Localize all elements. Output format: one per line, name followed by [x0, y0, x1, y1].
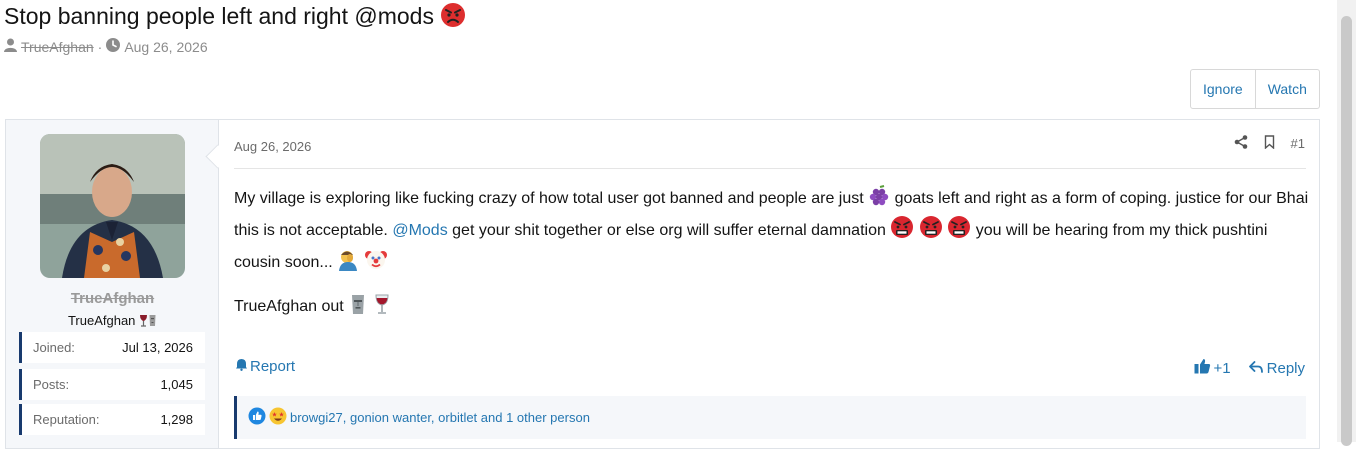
moai-icon: [148, 313, 157, 328]
thread-author-link[interactable]: TrueAfghan: [21, 39, 94, 55]
page-scrollbar[interactable]: [1337, 0, 1356, 446]
cursing-face-emoji: [890, 215, 914, 247]
stat-joined: Joined: Jul 13, 2026: [19, 332, 205, 363]
stat-reputation: Reputation: 1,298: [19, 404, 205, 435]
post-date-link[interactable]: Aug 26, 2026: [234, 139, 311, 154]
reply-arrow-icon: [1248, 360, 1263, 377]
post-body: My village is exploring like fucking cra…: [234, 185, 1309, 323]
user-icon: [4, 38, 17, 55]
star-struck-reaction-icon: [269, 407, 287, 428]
post-message: TrueAfghan TrueAfghan Joined: Jul 13, 202…: [5, 119, 1320, 449]
bookmark-icon[interactable]: [1264, 135, 1275, 152]
ignore-button[interactable]: Ignore: [1191, 70, 1255, 108]
cursing-face-emoji: [919, 215, 943, 247]
stat-posts: Posts: 1,045: [19, 369, 205, 400]
share-icon[interactable]: [1234, 135, 1248, 152]
reply-label: Reply: [1266, 359, 1305, 377]
stat-value: 1,298: [160, 412, 193, 427]
user-avatar[interactable]: [40, 134, 185, 278]
post-footer-actions: +1 Reply: [1194, 358, 1305, 378]
facepalm-emoji: [337, 249, 359, 279]
stat-label: Posts:: [33, 377, 70, 392]
like-button[interactable]: +1: [1194, 358, 1231, 378]
user-title-text: TrueAfghan: [67, 313, 136, 328]
thread-action-buttons: Ignore Watch: [1190, 69, 1320, 109]
moai-emoji: [348, 293, 368, 323]
scrollbar-thumb[interactable]: [1341, 16, 1352, 446]
watch-button[interactable]: Watch: [1254, 70, 1319, 108]
post-paragraph-2: TrueAfghan out: [234, 293, 1309, 323]
user-title: TrueAfghan: [6, 313, 219, 328]
wine-glass-icon: [139, 313, 148, 328]
thread-title: Stop banning people left and right @mods: [4, 2, 466, 34]
stat-value: 1,045: [160, 377, 193, 392]
thumbs-up-icon: [1194, 358, 1211, 378]
like-reaction-icon: [248, 407, 266, 428]
report-button[interactable]: Report: [236, 358, 295, 375]
stat-label: Joined:: [33, 340, 75, 355]
post-number-link[interactable]: #1: [1291, 136, 1305, 151]
post-text-segment: TrueAfghan out: [234, 298, 344, 315]
thread-date-link[interactable]: Aug 26, 2026: [124, 39, 207, 55]
meta-separator: ·: [97, 38, 103, 55]
user-info-column: TrueAfghan TrueAfghan Joined: Jul 13, 202…: [6, 120, 219, 448]
post-author-username[interactable]: TrueAfghan: [6, 290, 219, 307]
thread-meta: TrueAfghan · Aug 26, 2026: [4, 38, 208, 55]
bell-icon: [236, 358, 247, 375]
clock-icon: [106, 38, 121, 55]
angry-face-emoji: [440, 2, 466, 34]
stat-value: Jul 13, 2026: [122, 340, 193, 355]
report-label: Report: [250, 358, 296, 375]
mods-mention-link[interactable]: @Mods: [392, 222, 447, 239]
stat-label: Reputation:: [33, 412, 100, 427]
like-count: +1: [1213, 359, 1231, 377]
post-paragraph-1: My village is exploring like fucking cra…: [234, 185, 1309, 279]
thread-title-text: Stop banning people left and right @mods: [4, 3, 434, 29]
post-header-divider: [234, 168, 1306, 169]
reaction-users-link[interactable]: browgi27, gonion wanter, orbitlet and 1 …: [290, 410, 590, 425]
cursing-face-emoji: [947, 215, 971, 247]
grapes-emoji: [868, 185, 890, 215]
post-header-actions: #1: [1234, 135, 1305, 152]
reactions-bar: browgi27, gonion wanter, orbitlet and 1 …: [234, 396, 1306, 439]
post-text-segment: get your shit together or else org will …: [452, 222, 886, 239]
wine-glass-emoji: [373, 293, 391, 323]
post-text-segment: My village is exploring like fucking cra…: [234, 190, 864, 207]
clown-face-emoji: [364, 247, 388, 279]
reply-button[interactable]: Reply: [1248, 359, 1305, 377]
